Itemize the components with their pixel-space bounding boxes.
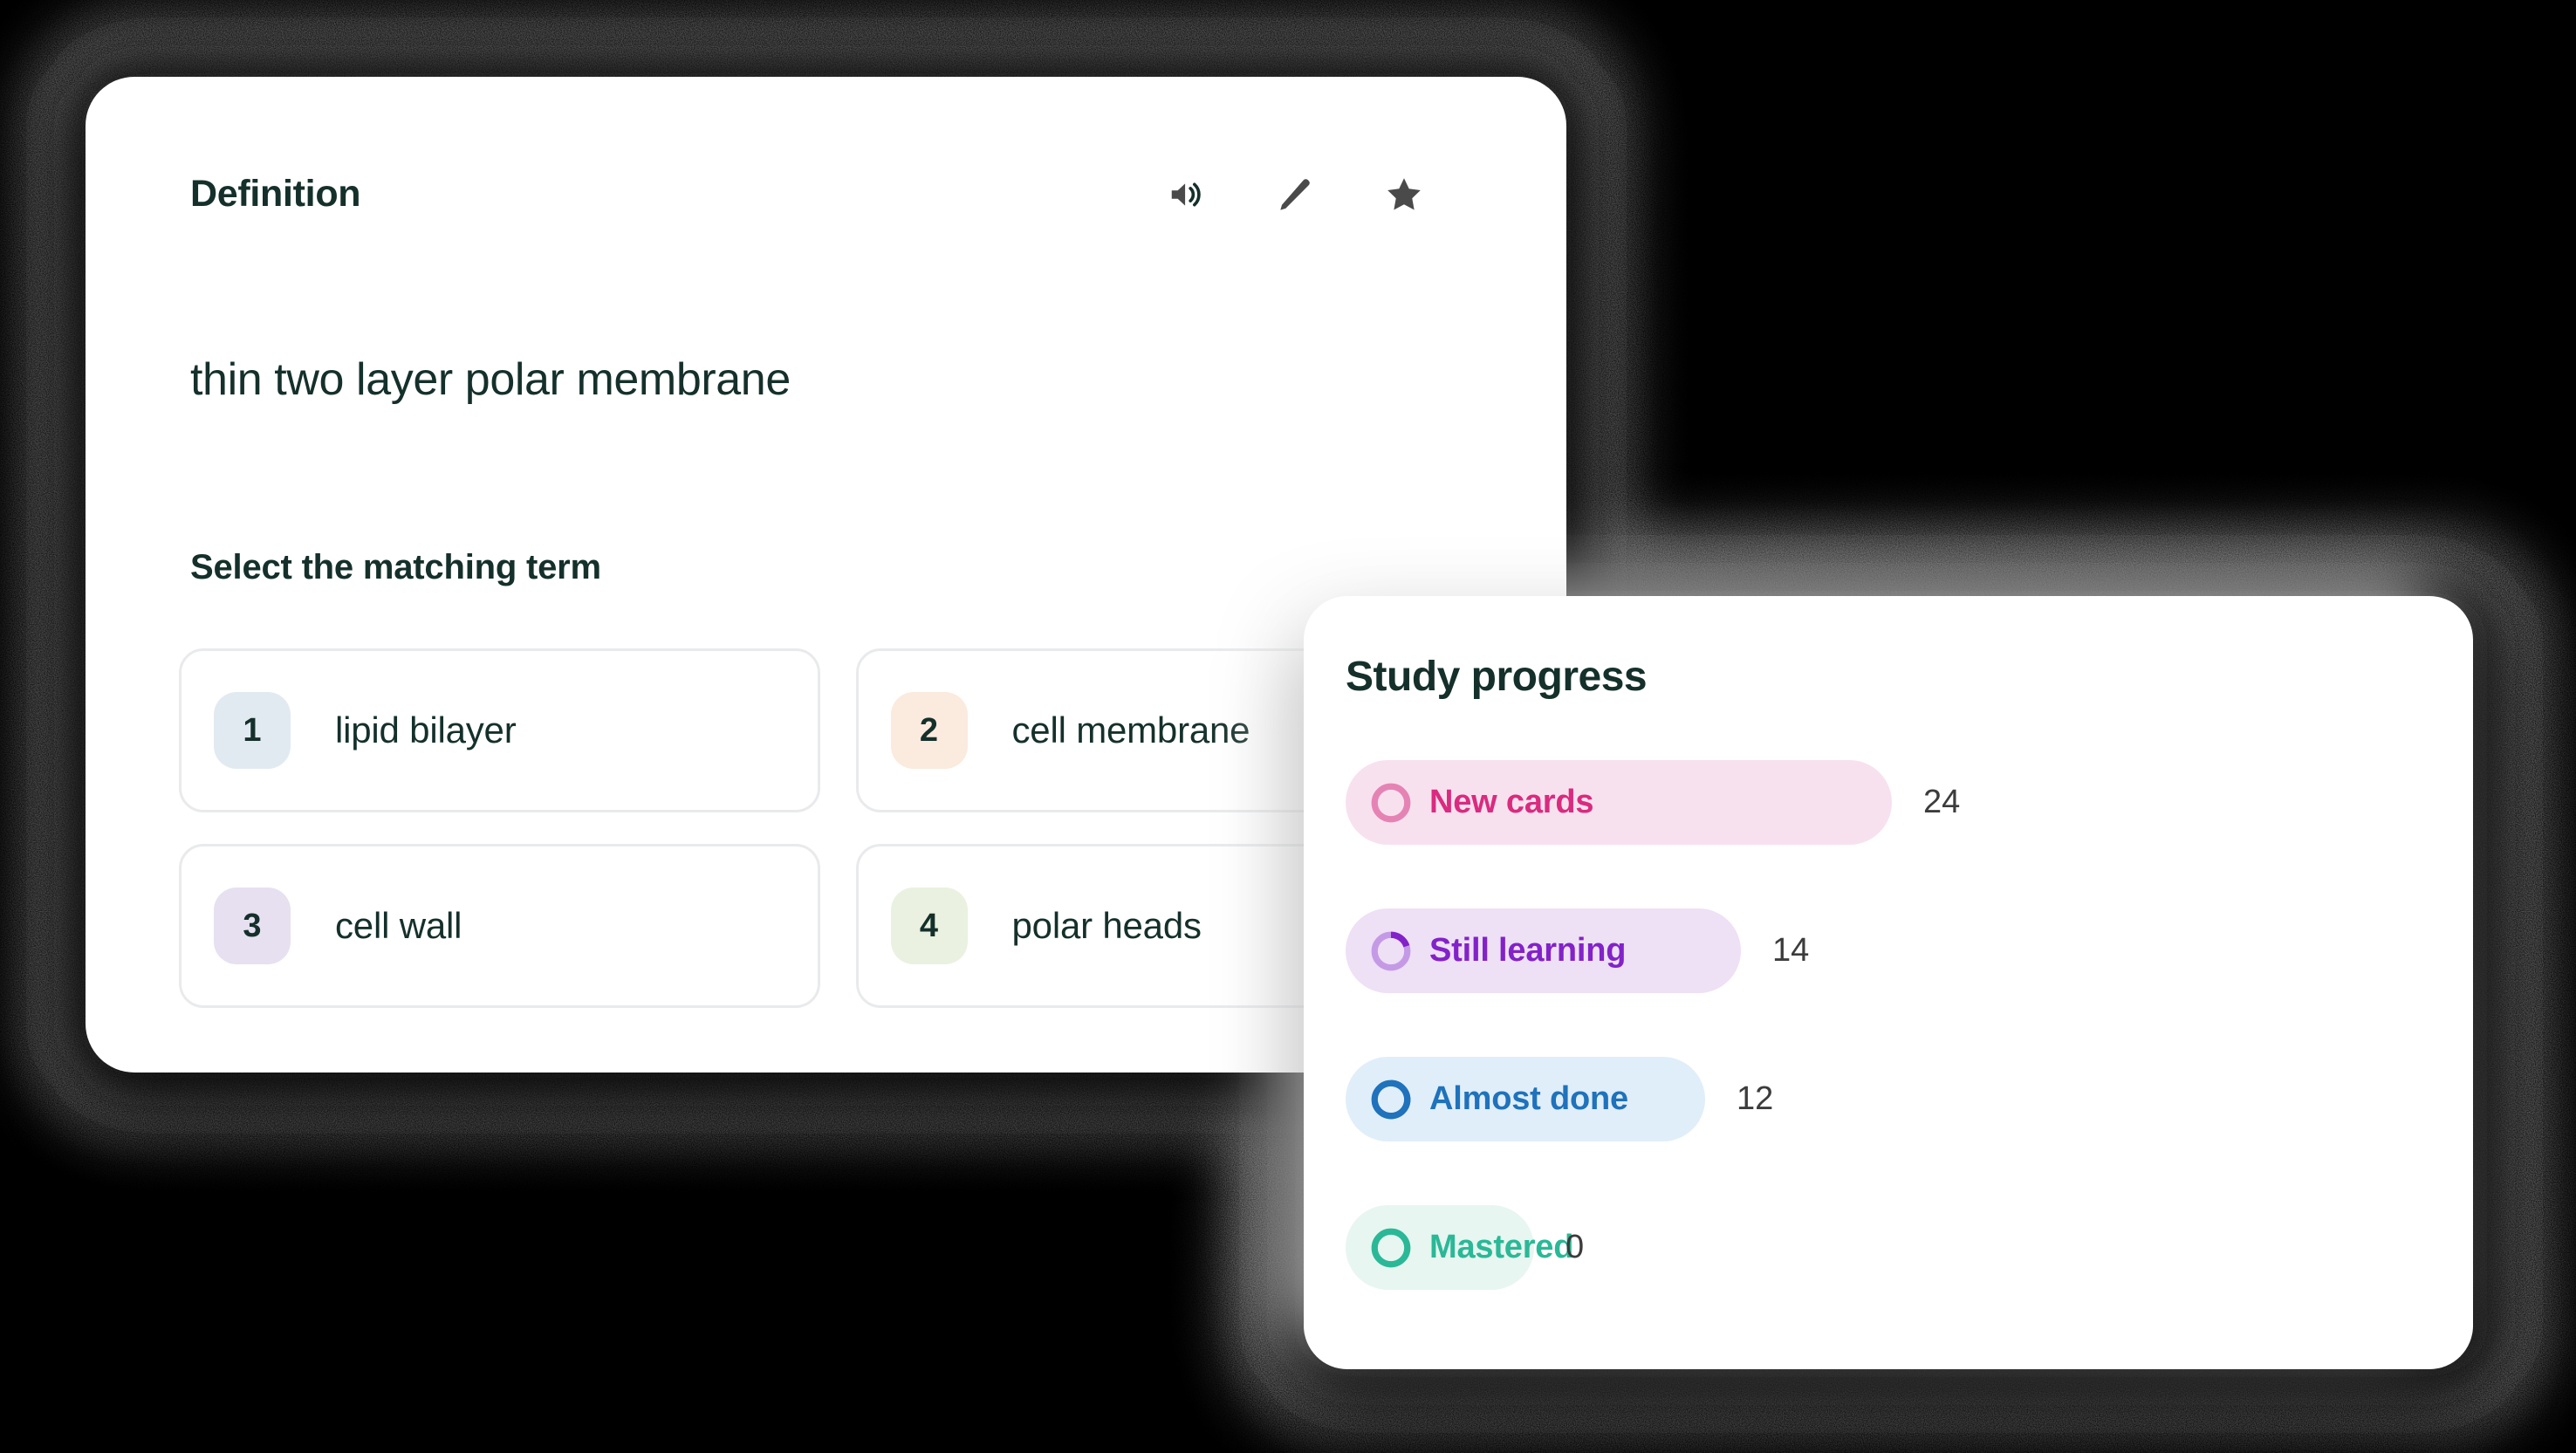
status-ring-icon bbox=[1371, 1228, 1411, 1267]
status-ring-icon bbox=[1371, 783, 1411, 822]
progress-row-label: Almost done bbox=[1429, 1080, 1628, 1117]
option-term: cell membrane bbox=[1011, 709, 1250, 750]
progress-row-label: New cards bbox=[1429, 784, 1594, 820]
progress-bar-track: Mastered bbox=[1346, 1205, 1573, 1290]
progress-row-count: 24 bbox=[1923, 784, 1961, 820]
progress-row-label: Mastered bbox=[1429, 1229, 1574, 1265]
option-number-badge: 1 bbox=[214, 692, 291, 769]
definition-block: thin two layer polar membrane bbox=[190, 352, 1412, 408]
option-number-badge: 4 bbox=[890, 888, 968, 964]
progress-row-mastered[interactable]: Mastered 0 bbox=[1346, 1205, 2473, 1290]
flashcard-actions bbox=[1167, 174, 1425, 216]
progress-row-new-cards[interactable]: New cards 24 bbox=[1346, 760, 2473, 845]
prompt-label: Select the matching term bbox=[190, 548, 601, 586]
option-term: polar heads bbox=[1011, 905, 1202, 946]
answer-option-3[interactable]: 3 cell wall bbox=[179, 844, 820, 1008]
progress-row-label: Still learning bbox=[1429, 932, 1627, 969]
answer-options: 1 lipid bilayer 2 cell membrane 3 cell w… bbox=[179, 648, 1497, 1008]
option-term: cell wall bbox=[335, 905, 462, 946]
progress-bar-track: Almost done bbox=[1346, 1057, 1705, 1141]
flashcard-header: Definition bbox=[86, 77, 1566, 216]
study-progress-panel: Study progress New cards 24 Still learni… bbox=[1304, 596, 2473, 1369]
progress-bar-track: New cards bbox=[1346, 760, 1892, 845]
progress-row-almost-done[interactable]: Almost done 12 bbox=[1346, 1057, 2473, 1141]
answer-option-1[interactable]: 1 lipid bilayer bbox=[179, 648, 820, 812]
star-icon[interactable] bbox=[1383, 174, 1425, 216]
progress-bar-track: Still learning bbox=[1346, 908, 1741, 993]
option-term: lipid bilayer bbox=[335, 709, 517, 750]
study-progress-title: Study progress bbox=[1346, 654, 1648, 700]
status-ring-icon bbox=[1371, 931, 1411, 970]
progress-row-still-learning[interactable]: Still learning 14 bbox=[1346, 908, 2473, 993]
option-number-badge: 3 bbox=[214, 888, 291, 964]
definition-text: thin two layer polar membrane bbox=[190, 354, 791, 405]
progress-row-count: 0 bbox=[1565, 1229, 1585, 1265]
page-title: Definition bbox=[190, 173, 361, 215]
progress-row-count: 12 bbox=[1737, 1080, 1774, 1117]
speaker-icon[interactable] bbox=[1167, 175, 1207, 215]
study-progress-rows: New cards 24 Still learning 14 Almost do… bbox=[1346, 760, 2473, 1290]
option-number-badge: 2 bbox=[890, 692, 968, 769]
status-ring-icon bbox=[1371, 1079, 1411, 1119]
progress-row-count: 14 bbox=[1772, 932, 1810, 969]
pencil-icon[interactable] bbox=[1275, 175, 1315, 215]
